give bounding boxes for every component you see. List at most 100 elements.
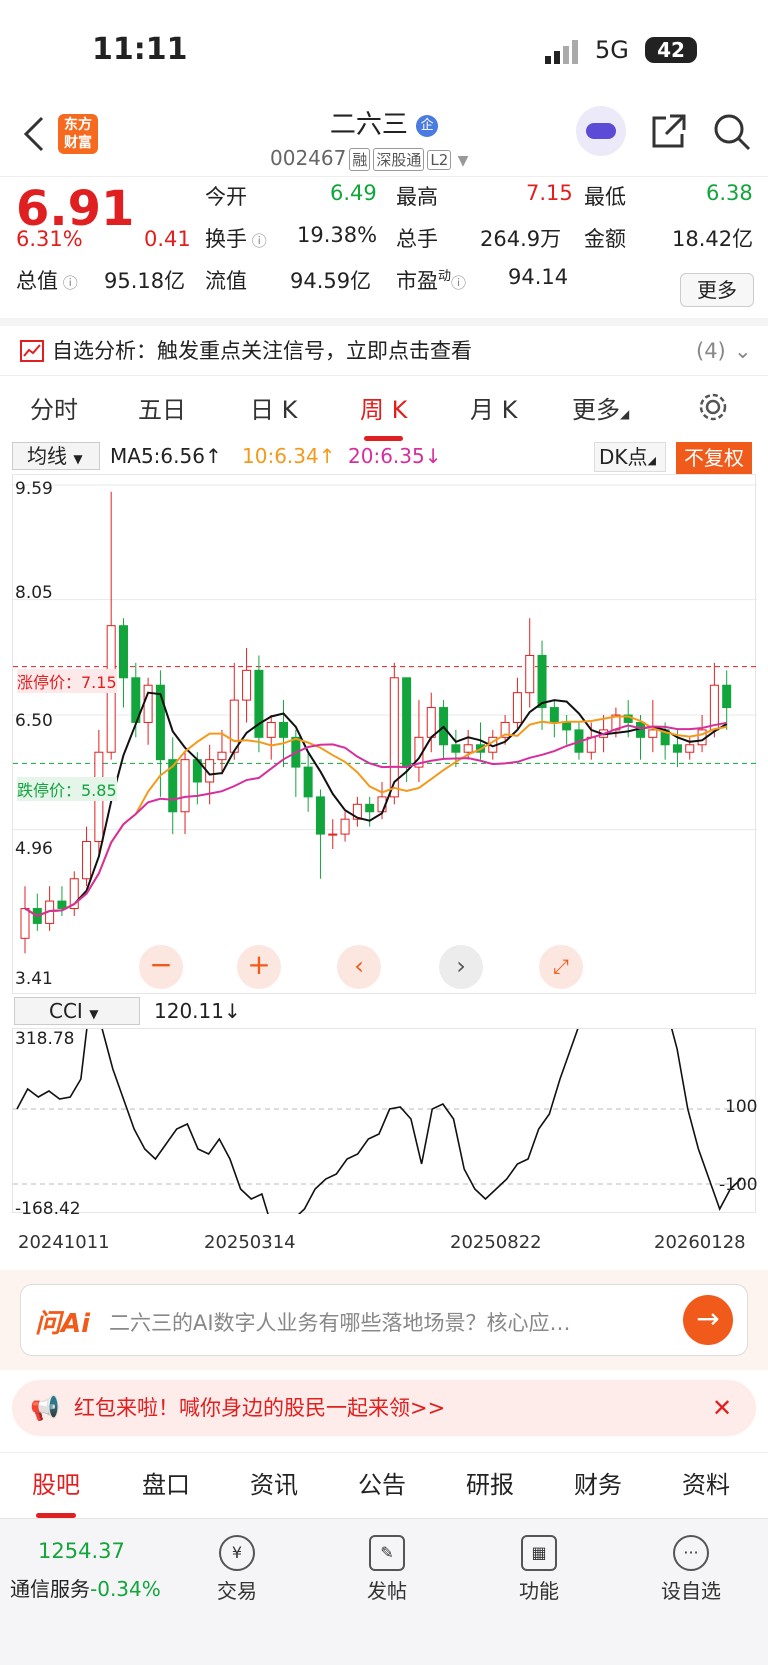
tab-orderbook[interactable]: 盘口 — [142, 1465, 190, 1500]
signal-count: (4) — [696, 339, 726, 363]
chart-icon — [20, 340, 44, 362]
enterprise-badge: 企 — [416, 114, 439, 137]
tab-profile[interactable]: 资料 — [682, 1465, 730, 1500]
candle-body — [451, 744, 461, 753]
ytick-5: 3.41 — [15, 969, 53, 989]
low-value: 6.38 — [706, 181, 753, 205]
index-pct: -0.34% — [90, 1577, 161, 1601]
candle-body — [512, 692, 522, 723]
dk-label: DK点 — [599, 445, 648, 469]
candle-body — [143, 684, 153, 723]
candle-body — [562, 721, 572, 731]
candle-body — [685, 744, 695, 753]
add-watchlist-button[interactable]: ··· 设自选 — [636, 1529, 746, 1604]
tab-weekly-k[interactable]: 周 K — [360, 390, 407, 441]
tab-daily-k[interactable]: 日 K — [250, 390, 297, 425]
candle-body — [217, 751, 227, 761]
trade-button[interactable]: ¥ 交易 — [182, 1529, 292, 1604]
info-icon[interactable]: ⓘ — [247, 232, 267, 250]
candle-body — [537, 654, 547, 709]
ytick-4: 4.96 — [15, 839, 53, 859]
candle-body — [315, 796, 325, 835]
candle-body — [722, 684, 732, 709]
tab-research[interactable]: 研报 — [466, 1465, 514, 1500]
tab-monthly-k[interactable]: 月 K — [470, 390, 517, 425]
arrow-right-icon[interactable]: → — [683, 1295, 733, 1345]
scroll-left-button[interactable]: ‹ — [337, 945, 381, 989]
post-button[interactable]: ✎ 发帖 — [332, 1529, 442, 1604]
date-1: 20241011 — [18, 1232, 110, 1253]
abs-change: 0.41 — [144, 227, 191, 251]
ai-ask-bar[interactable]: 问Ai 二六三的AI数字人业务有哪些落地场景？核心应… → — [20, 1284, 748, 1356]
promo-banner[interactable]: 📢 红包来啦！喊你身边的股民一起来领>> ✕ — [12, 1380, 756, 1436]
cci-chart[interactable]: 318.78 -168.42 100 -100 — [12, 896, 758, 1251]
function-button[interactable]: ▦ 功能 — [484, 1529, 594, 1604]
ma20-text: 20:6.35 — [348, 444, 425, 468]
info-icon[interactable]: ⓘ — [451, 274, 466, 292]
cci-bottom: -168.42 — [15, 1199, 81, 1219]
high-value: 7.15 — [526, 181, 573, 205]
kline-chart[interactable]: 9.59 8.05 6.50 4.96 3.41 涨停价：7.15 跌停价：5.… — [12, 474, 757, 994]
candle-body — [266, 721, 276, 738]
float-value: 94.59亿 — [290, 269, 372, 293]
cci-hi: 100 — [725, 1097, 758, 1117]
float-label: 流值 — [205, 269, 247, 293]
battery-icon: 42 — [645, 37, 697, 63]
indicator-select[interactable]: CCI ▼ — [14, 997, 140, 1025]
tab-finance[interactable]: 财务 — [574, 1465, 622, 1500]
candle-body — [242, 669, 252, 701]
adjust-button[interactable]: 不复权 — [676, 442, 752, 474]
tab-more-label: 更多 — [572, 396, 620, 424]
ma-select[interactable]: 均线 ▼ — [12, 442, 100, 470]
candle-body — [279, 721, 289, 738]
tab-announce[interactable]: 公告 — [358, 1465, 406, 1500]
scroll-right-button[interactable]: › — [439, 945, 483, 989]
turnover-value: 19.38% — [297, 223, 378, 247]
tab-more[interactable]: 更多◢ — [572, 390, 629, 425]
ma-select-label: 均线 — [27, 444, 67, 468]
dk-button[interactable]: DK点◢ — [594, 442, 666, 472]
share-icon[interactable] — [650, 112, 688, 150]
high-label: 最高 — [396, 185, 438, 209]
stock-code: 002467 — [270, 146, 347, 170]
ma-legend: 均线 ▼ MA5:6.56↑ 10:6.34↑ 20:6.35↓ DK点◢ 不复… — [0, 442, 768, 474]
cci-value-text: 120.11 — [154, 999, 224, 1023]
chevron-down-icon[interactable]: ▼ — [458, 153, 469, 169]
close-icon[interactable]: ✕ — [712, 1380, 732, 1436]
index-row[interactable]: 通信服务-0.34% — [10, 1573, 161, 1602]
more-button[interactable]: 更多 — [680, 273, 754, 307]
post-label: 发帖 — [367, 1579, 407, 1603]
ma20-line — [24, 721, 727, 918]
trade-label: 交易 — [217, 1579, 257, 1603]
candle-body — [365, 803, 375, 813]
tab-five-day[interactable]: 五日 — [138, 390, 186, 425]
candle-body — [303, 766, 313, 798]
status-bar: 11:11 5G 42 — [0, 0, 768, 100]
edit-icon: ✎ — [369, 1535, 405, 1571]
search-icon[interactable] — [712, 112, 752, 152]
info-icon[interactable]: ⓘ — [58, 274, 78, 292]
zoom-in-button[interactable]: + — [237, 945, 281, 989]
tab-news[interactable]: 资讯 — [250, 1465, 298, 1500]
ai-avatar-icon[interactable] — [576, 106, 626, 156]
tab-intraday[interactable]: 分时 — [30, 390, 78, 425]
amt-value: 18.42亿 — [672, 227, 754, 251]
ma5-text: MA5:6.56 — [110, 444, 205, 468]
open-value: 6.49 — [330, 181, 377, 205]
pe-label-text: 市盈 — [396, 269, 438, 293]
fullscreen-icon[interactable]: ⤢ — [539, 945, 583, 989]
index-name: 通信服务 — [10, 1577, 90, 1601]
open-label: 今开 — [205, 185, 247, 209]
megaphone-icon: 📢 — [30, 1394, 60, 1422]
ytick-2: 8.05 — [15, 583, 53, 603]
tab-forum[interactable]: 股吧 — [32, 1465, 80, 1518]
ma10-text: 10:6.34 — [242, 444, 319, 468]
signal-banner[interactable]: 自选分析：触发重点关注信号，立即点击查看 (4) ⌄ — [0, 318, 768, 376]
gear-icon[interactable] — [698, 392, 728, 422]
candle-body — [463, 744, 473, 753]
index-value[interactable]: 1254.37 — [38, 1539, 125, 1563]
ai-label: 问Ai — [35, 1309, 91, 1339]
cci-lo: -100 — [719, 1175, 758, 1195]
cci-svg — [13, 896, 757, 1251]
zoom-out-button[interactable]: − — [139, 945, 183, 989]
